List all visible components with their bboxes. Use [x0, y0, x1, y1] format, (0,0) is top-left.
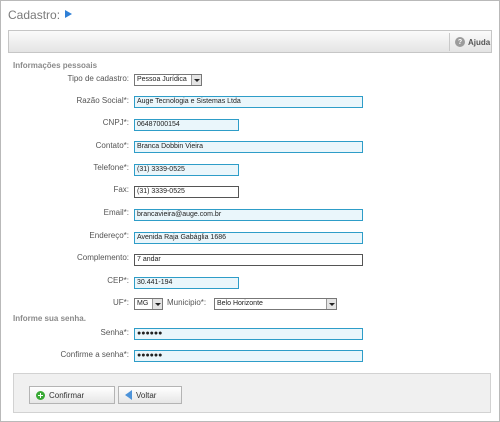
label-tipo-cadastro: Tipo de cadastro:: [67, 74, 129, 83]
chevron-down-icon: [326, 299, 336, 309]
toolbar-divider: [449, 33, 450, 51]
municipio-value: Belo Horizonte: [217, 300, 263, 307]
label-senha: Senha*:: [100, 328, 129, 337]
label-endereco: Endereço*:: [89, 231, 129, 240]
telefone-field[interactable]: (31) 3339-0525: [134, 164, 239, 176]
label-telefone: Telefone*:: [93, 163, 129, 172]
complemento-field[interactable]: 7 andar: [134, 254, 363, 266]
tipo-cadastro-value: Pessoa Jurídica: [137, 76, 187, 83]
plus-circle-icon: [36, 390, 45, 400]
section-personal-info: Informações pessoais: [13, 61, 98, 70]
fax-field[interactable]: (31) 3339-0525: [134, 186, 239, 198]
form-actions: Confirmar Voltar: [13, 373, 491, 413]
razao-social-field[interactable]: Auge Tecnologia e Sistemas Ltda: [134, 96, 363, 108]
help-label: Ajuda: [468, 37, 491, 47]
chevron-down-icon: [191, 75, 201, 85]
label-contato: Contato*:: [95, 141, 129, 150]
uf-value: MG: [137, 300, 149, 307]
page-title: Cadastro:: [8, 8, 61, 22]
section-password: Informe sua senha.: [13, 314, 86, 323]
uf-select[interactable]: MG: [134, 298, 163, 310]
registration-panel: Cadastro: ? Ajuda Informações pessoais T…: [0, 0, 500, 422]
municipio-select[interactable]: Belo Horizonte: [214, 298, 337, 310]
tipo-cadastro-select[interactable]: Pessoa Jurídica: [134, 74, 202, 86]
label-confirme-senha: Confirme a senha*:: [60, 350, 129, 359]
cnpj-field[interactable]: 06487000154: [134, 119, 239, 131]
arrow-right-icon: [65, 10, 72, 18]
label-razao-social: Razão Social*:: [76, 96, 129, 105]
label-cep: CEP*:: [107, 276, 129, 285]
label-email: Email*:: [103, 208, 129, 217]
contato-field[interactable]: Branca Dobbin Vieira: [134, 141, 363, 153]
label-complemento: Complemento:: [76, 253, 129, 262]
confirm-button[interactable]: Confirmar: [29, 386, 115, 404]
label-municipio: Municipio*:: [167, 298, 207, 307]
chevron-down-icon: [152, 299, 162, 309]
help-icon: ?: [455, 37, 465, 47]
back-label: Voltar: [136, 390, 157, 400]
arrow-left-icon: [125, 390, 132, 400]
toolbar: ? Ajuda: [8, 30, 492, 53]
password-field[interactable]: ●●●●●●: [134, 328, 363, 340]
title-bar: Cadastro:: [1, 1, 499, 31]
confirm-label: Confirmar: [49, 390, 85, 400]
back-button[interactable]: Voltar: [118, 386, 182, 404]
help-button[interactable]: ? Ajuda: [455, 35, 490, 49]
confirm-password-field[interactable]: ●●●●●●: [134, 350, 363, 362]
endereco-field[interactable]: Avenida Raja Gabáglia 1686: [134, 232, 363, 244]
label-cnpj: CNPJ*:: [102, 118, 129, 127]
label-uf: UF*:: [113, 298, 129, 307]
email-field[interactable]: brancavieira@auge.com.br: [134, 209, 363, 221]
label-fax: Fax:: [113, 185, 129, 194]
cep-field[interactable]: 30.441-194: [134, 277, 239, 289]
